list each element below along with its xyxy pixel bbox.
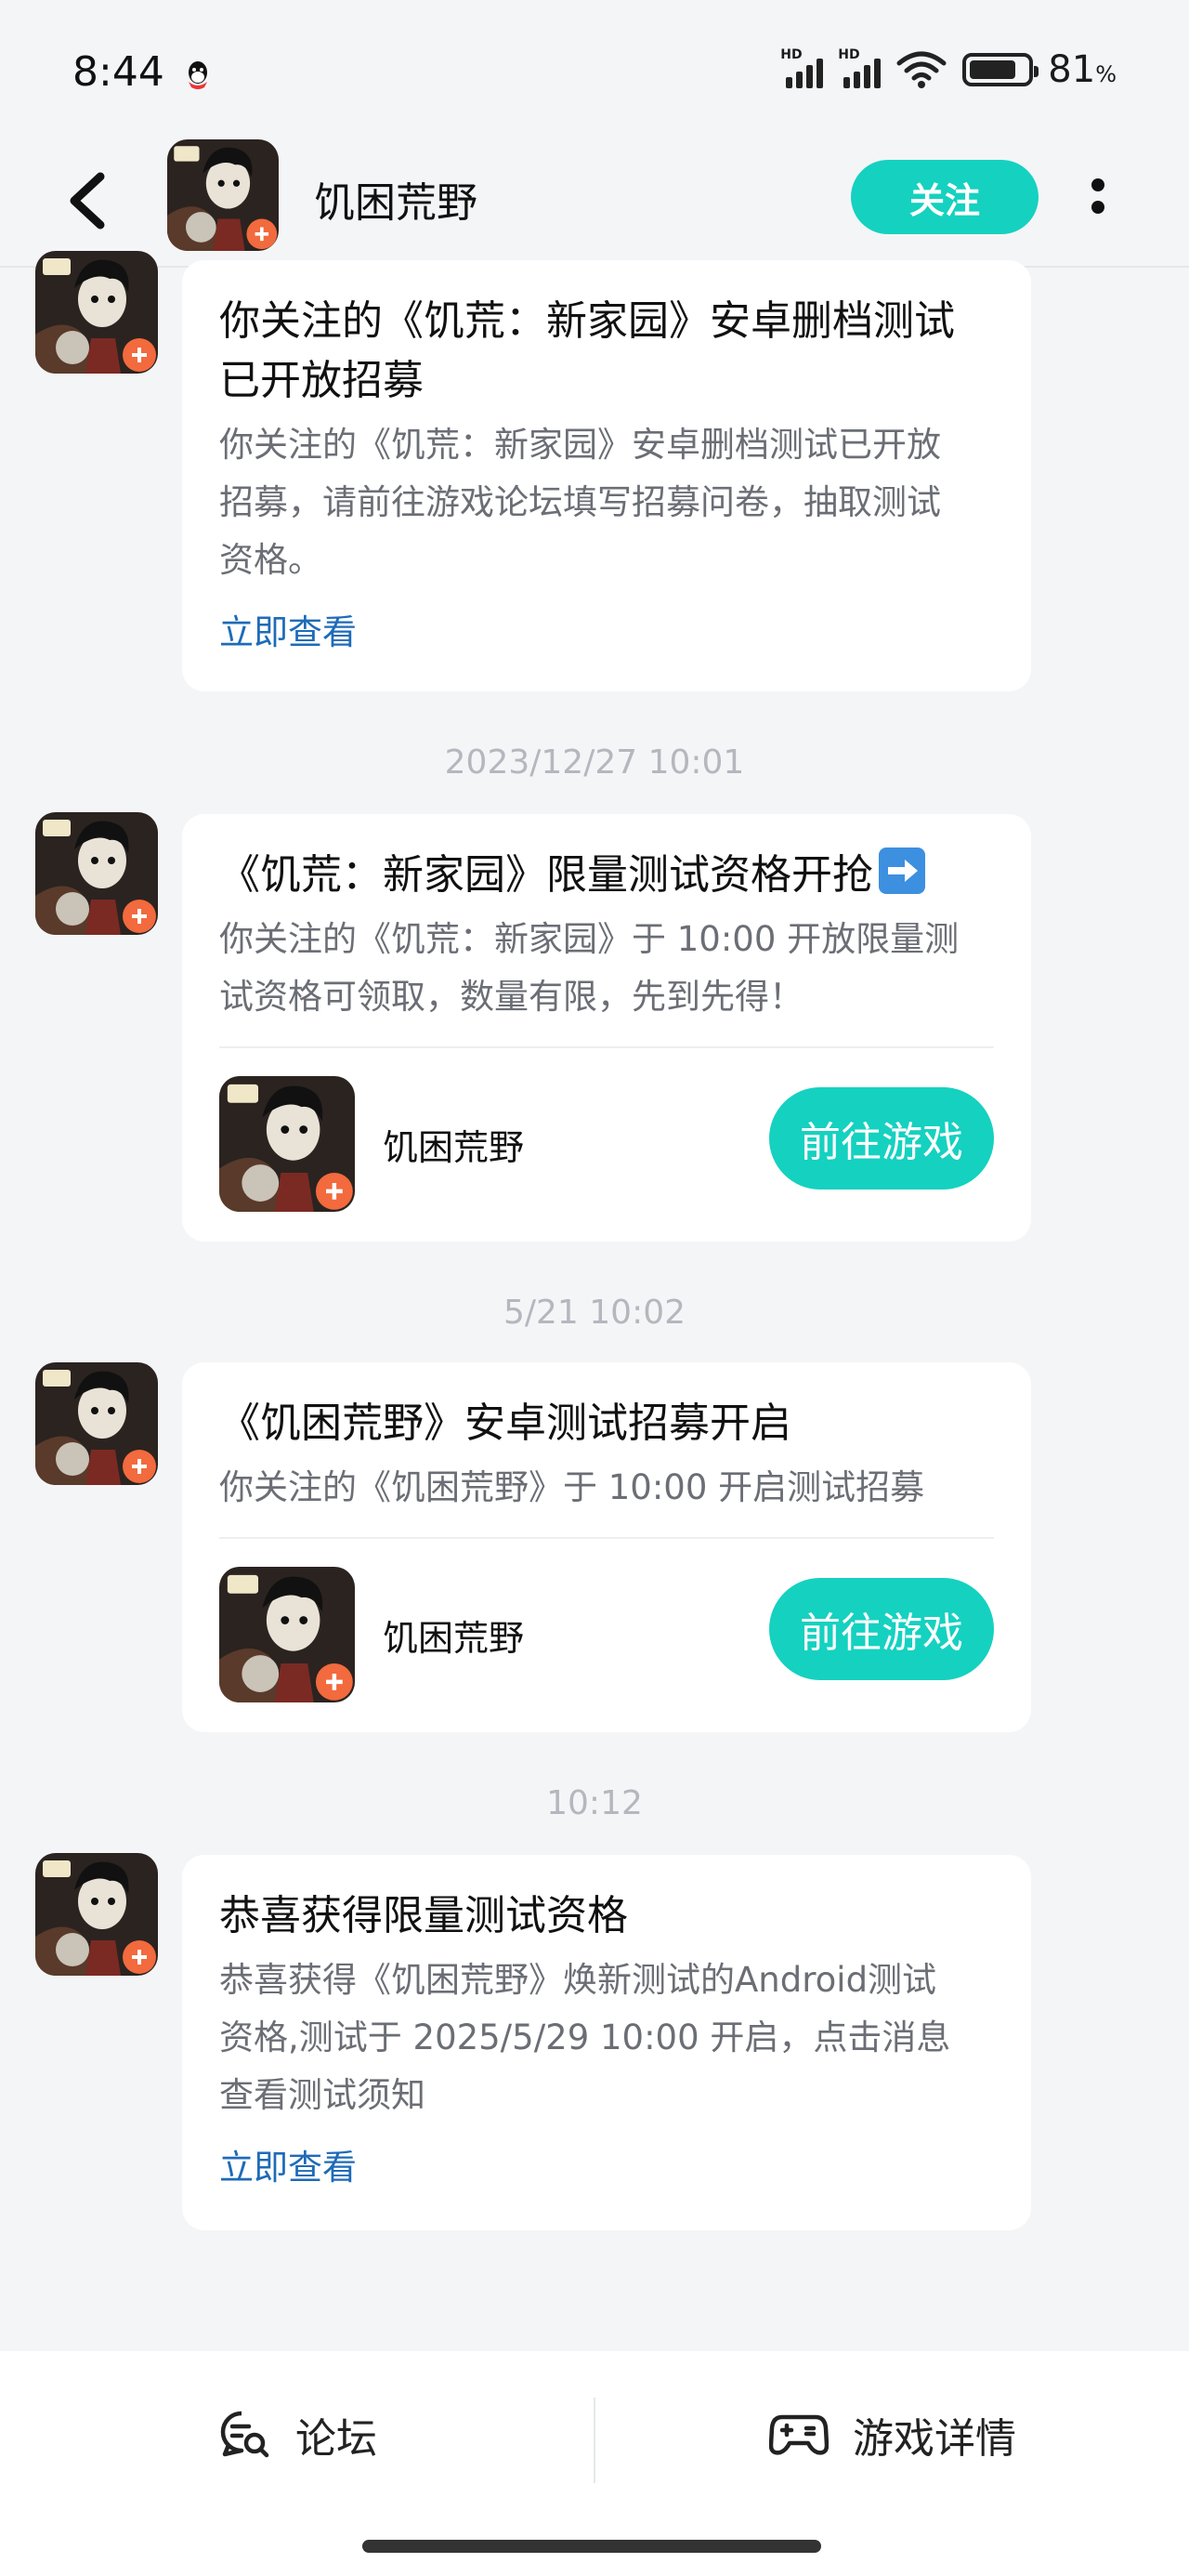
message-avatar[interactable] (35, 251, 158, 374)
tab-game-details[interactable]: 游戏详情 (769, 2351, 1016, 2518)
game-row: 饥困荒野 前往游戏 (219, 1539, 994, 1730)
forum-search-icon (220, 2411, 269, 2458)
arrow-right-emoji (879, 848, 925, 894)
message-body: 你关注的《饥困荒野》于 10:00 开启测试招募 (219, 1467, 925, 1507)
battery-icon (962, 53, 1039, 86)
game-row: 饥困荒野 前往游戏 (219, 1048, 994, 1240)
game-thumbnail[interactable] (219, 1567, 355, 1702)
timestamp: 2023/12/27 10:01 (444, 743, 745, 782)
game-thumbnail[interactable] (219, 1076, 355, 1212)
divider (594, 2398, 595, 2483)
game-name: 饥困荒野 (383, 1126, 525, 1168)
go-to-game-button[interactable]: 前往游戏 (769, 1087, 994, 1189)
tab-forum-label: 论坛 (295, 2415, 377, 2463)
message-avatar[interactable] (35, 812, 158, 935)
view-now-link[interactable]: 立即查看 (219, 2139, 357, 2189)
tab-forum[interactable]: 论坛 (217, 2351, 377, 2518)
header: 饥困荒野 关注 (0, 139, 1189, 268)
status-bar: 8:44 HD HD 81% (0, 0, 1189, 139)
message-title: 《饥荒：新家园》限量测试资格开抢 (219, 846, 994, 905)
more-dots-icon[interactable] (1081, 171, 1115, 227)
message-body: 你关注的《饥荒：新家园》安卓删档测试已开放 招募，请前往游戏论坛填写招募问卷，抽… (219, 425, 941, 580)
message-card[interactable]: 恭喜获得限量测试资格 恭喜获得《饥困荒野》焕新测试的Android测试 资格,测… (182, 1855, 1031, 2230)
game-name: 饥困荒野 (383, 1617, 525, 1659)
message-card[interactable]: 《饥困荒野》安卓测试招募开启 你关注的《饥困荒野》于 10:00 开启测试招募 … (182, 1362, 1031, 1732)
game-avatar[interactable] (167, 139, 279, 251)
battery-percent: 81 (1048, 48, 1096, 91)
timestamp: 10:12 (546, 1784, 643, 1822)
gamepad-icon (769, 2414, 829, 2455)
message-avatar[interactable] (35, 1362, 158, 1485)
page-title: 饥困荒野 (314, 179, 477, 227)
message-body: 恭喜获得《饥困荒野》焕新测试的Android测试 资格,测试于 2025/5/2… (219, 1960, 951, 2115)
message-title: 你关注的《饥荒：新家园》安卓删档测试 已开放招募 (219, 297, 955, 404)
message-body: 你关注的《饥荒：新家园》于 10:00 开放限量测 试资格可领取，数量有限，先到… (219, 919, 960, 1017)
message-avatar[interactable] (35, 1853, 158, 1976)
signal-icon: HD (838, 47, 882, 88)
back-arrow-icon[interactable] (56, 164, 121, 238)
go-to-game-button[interactable]: 前往游戏 (769, 1578, 994, 1680)
status-time: 8:44 (72, 48, 164, 96)
message-title: 恭喜获得限量测试资格 (219, 1892, 628, 1939)
qq-icon (189, 61, 207, 89)
timestamp: 5/21 10:02 (503, 1294, 686, 1332)
message-card[interactable]: 《饥荒：新家园》限量测试资格开抢 你关注的《饥荒：新家园》于 10:00 开放限… (182, 814, 1031, 1242)
follow-button[interactable]: 关注 (851, 160, 1039, 234)
battery-unit: % (1095, 61, 1117, 87)
tab-game-details-label: 游戏详情 (853, 2415, 1016, 2463)
wifi-icon (896, 51, 947, 88)
message-title: 《饥困荒野》安卓测试招募开启 (219, 1400, 791, 1447)
message-card[interactable]: 你关注的《饥荒：新家园》安卓删档测试 已开放招募 你关注的《饥荒：新家园》安卓删… (182, 260, 1031, 691)
view-now-link[interactable]: 立即查看 (219, 604, 357, 654)
signal-icon: HD (780, 47, 824, 88)
home-indicator[interactable] (362, 2540, 821, 2553)
